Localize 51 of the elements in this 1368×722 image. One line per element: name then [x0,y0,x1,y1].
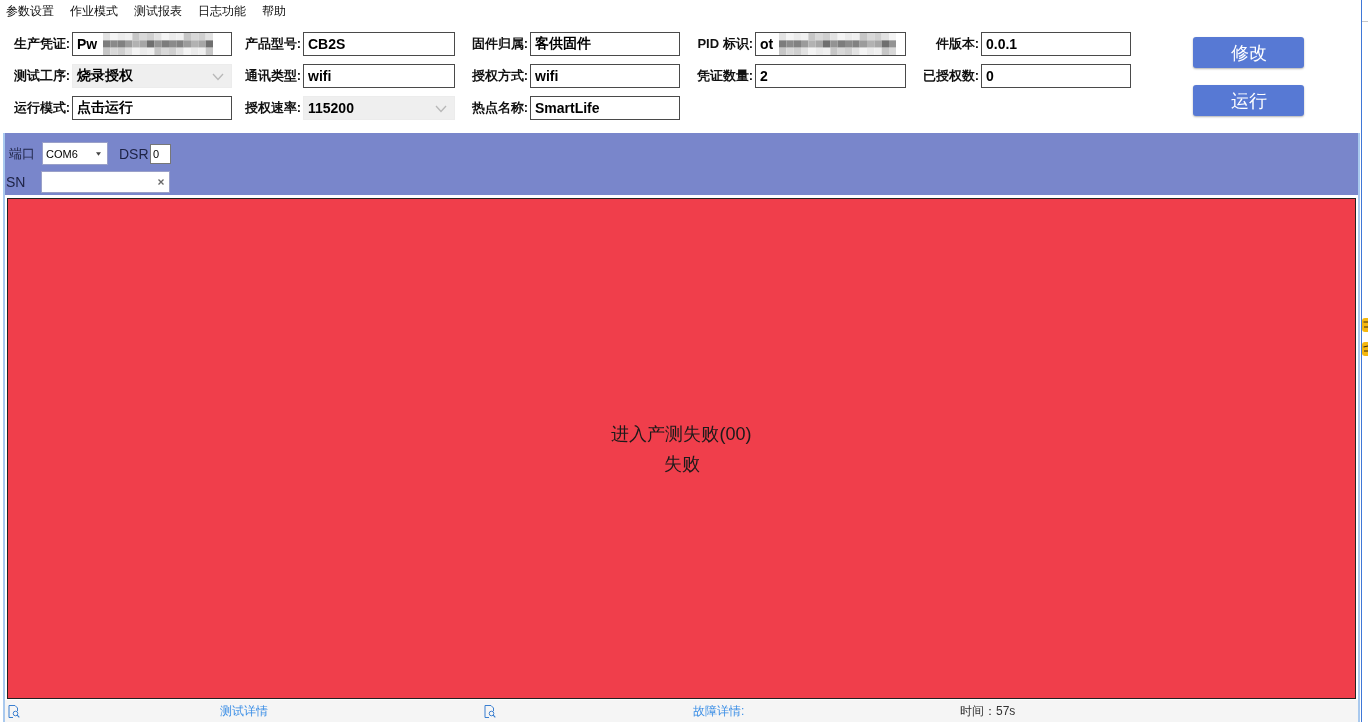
action-button[interactable]: 修改 [1193,37,1304,68]
field-label: 运行模式: [13,99,71,117]
chevron-icon [212,73,224,81]
action-button[interactable]: 运行 [1193,85,1304,116]
result-message: 失败 [663,452,700,476]
field-label: 授权方式: [471,67,529,85]
field-label: PID 标识: [697,35,754,53]
fault-details-label: 故障详情: [693,702,745,720]
field-label: 热点名称: [471,99,529,117]
field-label: 生产凭证: [13,35,71,53]
field-label: 产品型号: [244,35,302,53]
field-label: 测试工序: [13,67,71,85]
smiley-icon [1362,318,1368,332]
sn-label: SN [6,174,27,190]
text-field[interactable]: ot [755,32,906,56]
text-field[interactable]: 2 [755,64,906,88]
menu-item[interactable]: 作业模式 [70,2,118,20]
text-field[interactable]: wifi [530,64,680,88]
chevron-icon [435,105,447,113]
document-search-icon[interactable] [484,704,496,718]
text-field[interactable]: wifi [303,64,455,88]
caret-icon [96,151,101,156]
menu-item[interactable]: 测试报表 [134,2,182,20]
port-label: 端口 [9,144,36,163]
text-field[interactable]: 客供固件 [530,32,680,56]
field-label: 件版本: [935,35,980,53]
text-field[interactable]: 点击运行 [72,96,232,120]
port-dropdown[interactable]: COM6 [42,142,108,165]
elapsed-time: 时间：57s [960,702,1016,720]
dropdown[interactable]: 115200 [303,96,455,120]
menu-item[interactable]: 帮助 [262,2,286,20]
result-message: 进入产测失败(00) [611,422,752,446]
field-label: 凭证数量: [696,67,754,85]
text-field[interactable]: SmartLife [530,96,680,120]
text-field[interactable]: Pw [72,32,232,56]
smiley-icon [1362,342,1368,356]
text-field[interactable]: 0 [981,64,1131,88]
field-label: 固件归属: [471,35,529,53]
menu-item[interactable]: 参数设置 [6,2,54,20]
text-field[interactable]: CB2S [303,32,455,56]
field-label: 通讯类型: [244,67,302,85]
document-search-icon[interactable] [8,704,20,718]
dropdown[interactable]: 烧录授权 [72,64,232,88]
menu-item[interactable]: 日志功能 [198,2,246,20]
text-field[interactable]: 0.0.1 [981,32,1131,56]
dsr-label: DSR [119,145,150,162]
sn-field[interactable] [41,171,170,193]
field-label: 已授权数: [922,67,980,85]
dsr-field[interactable]: 0 [150,143,171,164]
field-label: 授权速率: [244,99,302,117]
clear-icon[interactable] [158,179,164,185]
